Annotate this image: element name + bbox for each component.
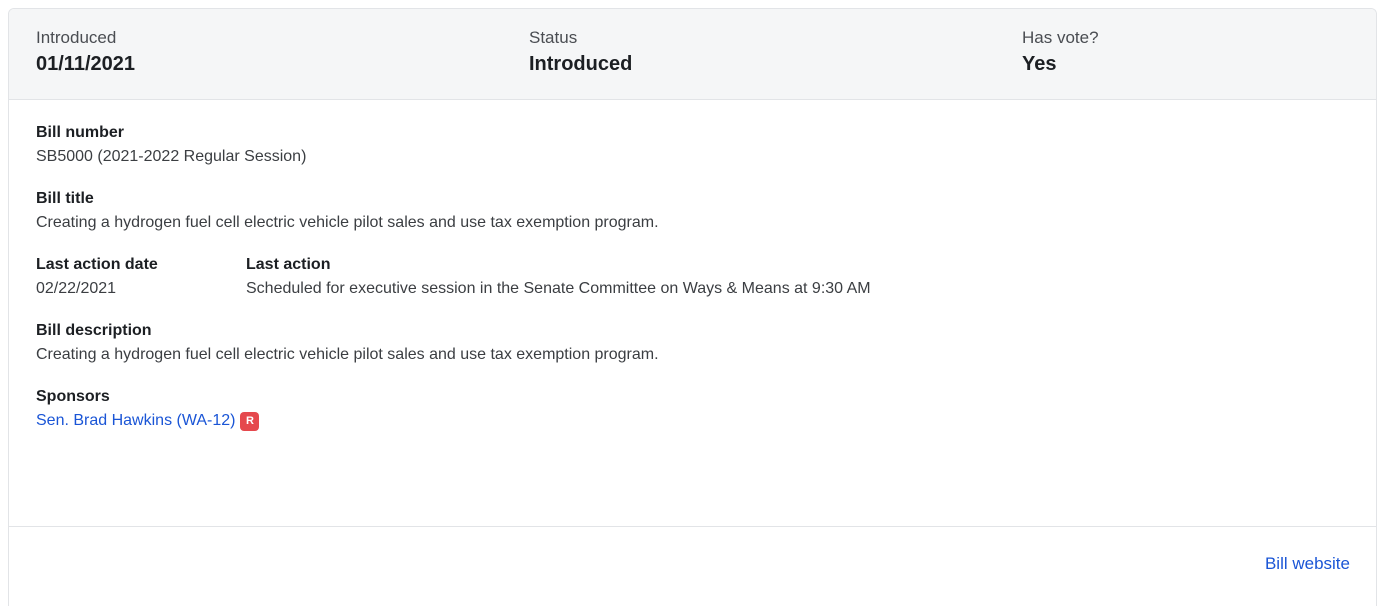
last-action-field: Last action Scheduled for executive sess… (246, 254, 1349, 300)
introduced-label: Introduced (36, 28, 117, 47)
introduced-summary: Introduced 01/11/2021 (36, 27, 135, 77)
bill-description-field: Bill description Creating a hydrogen fue… (36, 320, 1349, 366)
last-action-value: Scheduled for executive session in the S… (246, 280, 871, 297)
bill-card-footer: Bill website (9, 527, 1376, 599)
party-badge: R (240, 411, 260, 431)
last-action-date-label: Last action date (36, 256, 158, 273)
status-value: Introduced (529, 53, 633, 75)
bill-title-value: Creating a hydrogen fuel cell electric v… (36, 214, 659, 231)
bill-summary-bar: Introduced 01/11/2021 Status Introduced … (9, 9, 1376, 100)
bill-number-field: Bill number SB5000 (2021-2022 Regular Se… (36, 122, 1349, 168)
bill-description-value: Creating a hydrogen fuel cell electric v… (36, 346, 659, 363)
introduced-date: 01/11/2021 (36, 53, 135, 75)
last-action-date-field: Last action date 02/22/2021 (36, 254, 246, 300)
has-vote-value: Yes (1022, 53, 1057, 75)
last-action-row: Last action date 02/22/2021 Last action … (36, 254, 1349, 300)
sponsor-item: Sen. Brad Hawkins (WA-12) R (36, 410, 1349, 432)
bill-title-field: Bill title Creating a hydrogen fuel cell… (36, 188, 1349, 234)
bill-title-label: Bill title (36, 190, 94, 207)
has-vote-summary: Has vote? Yes (1022, 27, 1099, 77)
status-summary: Status Introduced (529, 27, 632, 77)
status-label: Status (529, 28, 578, 47)
bill-details: Bill number SB5000 (2021-2022 Regular Se… (9, 100, 1376, 527)
sponsors-label: Sponsors (36, 388, 110, 405)
bill-card: Introduced 01/11/2021 Status Introduced … (8, 8, 1377, 606)
bill-website-link[interactable]: Bill website (1265, 553, 1350, 575)
last-action-label: Last action (246, 256, 331, 273)
bill-number-value: SB5000 (2021-2022 Regular Session) (36, 148, 307, 165)
has-vote-label: Has vote? (1022, 28, 1099, 47)
sponsors-field: Sponsors Sen. Brad Hawkins (WA-12) R (36, 386, 1349, 432)
sponsor-link[interactable]: Sen. Brad Hawkins (WA-12) (36, 410, 235, 432)
last-action-date-value: 02/22/2021 (36, 280, 117, 297)
bill-number-label: Bill number (36, 124, 125, 141)
bill-description-label: Bill description (36, 322, 152, 339)
